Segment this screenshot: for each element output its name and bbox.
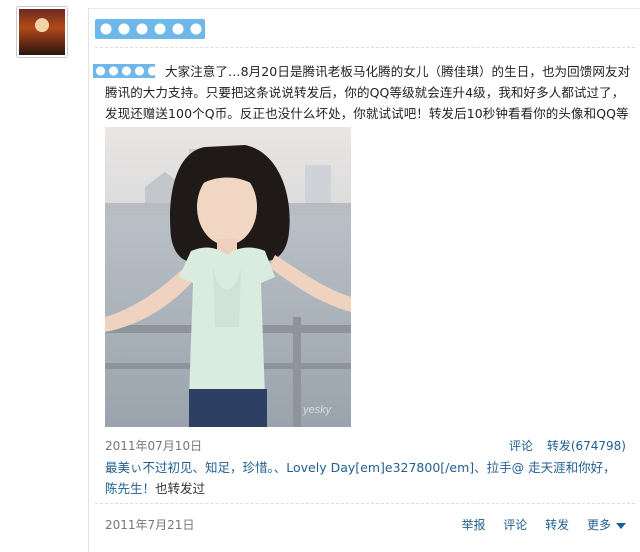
forwarded-suffix: 也转发过	[155, 481, 206, 496]
post-photo[interactable]: yesky	[105, 127, 351, 427]
more-menu[interactable]: 更多	[587, 518, 626, 532]
avatar-image	[19, 9, 65, 55]
post-card: 大家注意了…8月20日是腾讯老板马化腾的女儿（腾佳琪）的生日，也为回馈网友对腾讯…	[88, 8, 640, 552]
comment-button[interactable]: 评论	[503, 518, 527, 532]
decorative-banner	[95, 19, 205, 39]
photo-watermark: yesky	[302, 404, 333, 416]
divider	[95, 503, 635, 504]
comment-link[interactable]: 评论	[509, 439, 533, 453]
post-date: 2011年07月10日	[105, 439, 203, 453]
action-bar: 举报 评论 转发 更多	[447, 516, 626, 533]
post-meta-links: 评论 转发(674798)	[499, 437, 626, 454]
forward-count-link[interactable]: 转发(674798)	[547, 439, 626, 453]
forward-button[interactable]: 转发	[545, 518, 569, 532]
footer-date: 2011年7月21日	[105, 518, 195, 532]
chevron-down-icon	[616, 522, 626, 529]
report-button[interactable]: 举报	[461, 518, 485, 532]
more-label: 更多	[586, 518, 611, 532]
avatar[interactable]	[16, 6, 68, 58]
forwarders-list: 最美ぃ不过初见、知足，珍惜。、Lovely Day[em]e327800[/em…	[105, 457, 625, 499]
divider	[95, 47, 635, 48]
